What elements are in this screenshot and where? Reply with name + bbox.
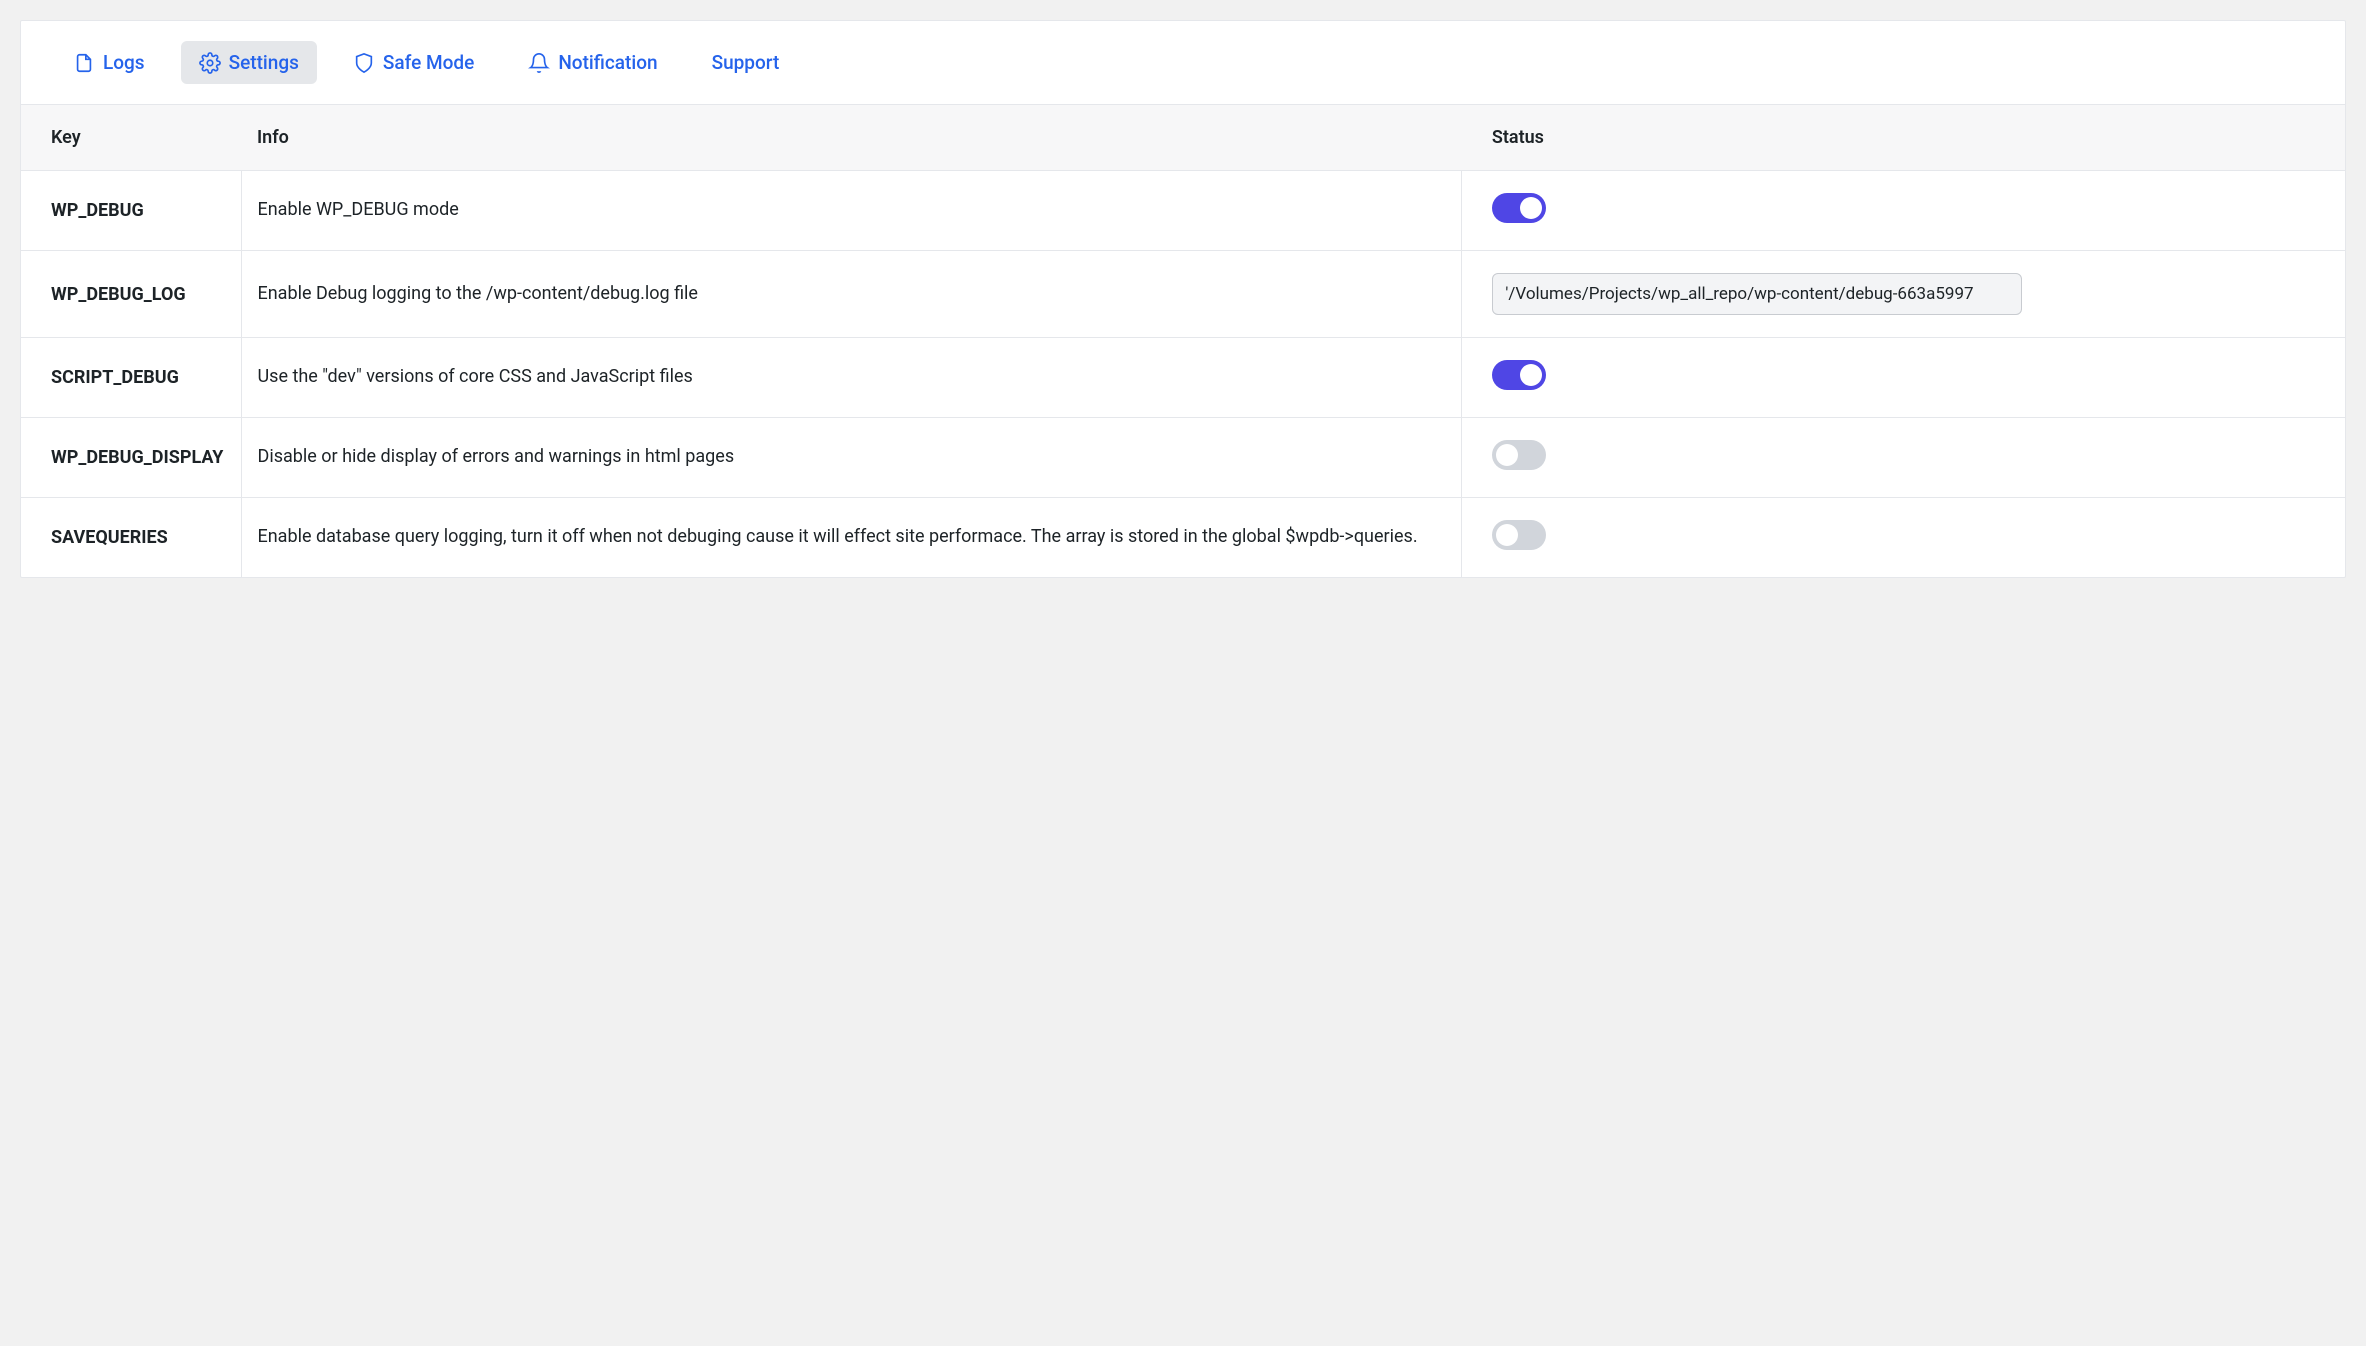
toggle-switch[interactable] <box>1492 520 1546 550</box>
gear-icon <box>199 52 221 74</box>
tab-support[interactable]: Support <box>694 41 798 84</box>
setting-status <box>1462 338 2345 418</box>
table-row: WP_DEBUG_LOGEnable Debug logging to the … <box>21 251 2345 338</box>
setting-info: Disable or hide display of errors and wa… <box>241 418 1462 498</box>
setting-key: WP_DEBUG <box>21 171 241 251</box>
table-row: WP_DEBUG_DISPLAYDisable or hide display … <box>21 418 2345 498</box>
tab-label: Settings <box>229 51 299 74</box>
setting-key: SAVEQUERIES <box>21 498 241 578</box>
tabbar: Logs Settings Safe Mode Notification Sup… <box>21 21 2345 105</box>
setting-info: Enable WP_DEBUG mode <box>241 171 1462 251</box>
settings-table: Key Info Status WP_DEBUGEnable WP_DEBUG … <box>21 105 2345 577</box>
setting-status <box>1462 171 2345 251</box>
setting-info: Enable Debug logging to the /wp-content/… <box>241 251 1462 338</box>
setting-info: Enable database query logging, turn it o… <box>241 498 1462 578</box>
tab-label: Safe Mode <box>383 51 474 74</box>
setting-text-input[interactable] <box>1492 273 2022 315</box>
file-icon <box>73 52 95 74</box>
toggle-switch[interactable] <box>1492 193 1546 223</box>
tab-label: Logs <box>103 51 145 74</box>
setting-info: Use the "dev" versions of core CSS and J… <box>241 338 1462 418</box>
column-header-key: Key <box>21 105 241 171</box>
table-row: SCRIPT_DEBUGUse the "dev" versions of co… <box>21 338 2345 418</box>
column-header-status: Status <box>1462 105 2345 171</box>
setting-key: WP_DEBUG_LOG <box>21 251 241 338</box>
setting-status <box>1462 418 2345 498</box>
tab-notification[interactable]: Notification <box>510 41 675 84</box>
setting-key: WP_DEBUG_DISPLAY <box>21 418 241 498</box>
shield-icon <box>353 52 375 74</box>
setting-key: SCRIPT_DEBUG <box>21 338 241 418</box>
table-row: WP_DEBUGEnable WP_DEBUG mode <box>21 171 2345 251</box>
setting-status <box>1462 498 2345 578</box>
column-header-info: Info <box>241 105 1462 171</box>
tab-logs[interactable]: Logs <box>55 41 163 84</box>
bell-icon <box>528 52 550 74</box>
tab-label: Notification <box>558 51 657 74</box>
settings-panel: Logs Settings Safe Mode Notification Sup… <box>20 20 2346 578</box>
tab-label: Support <box>712 51 780 74</box>
setting-status <box>1462 251 2345 338</box>
tab-settings[interactable]: Settings <box>181 41 317 84</box>
toggle-switch[interactable] <box>1492 440 1546 470</box>
toggle-switch[interactable] <box>1492 360 1546 390</box>
tab-safe-mode[interactable]: Safe Mode <box>335 41 492 84</box>
table-row: SAVEQUERIESEnable database query logging… <box>21 498 2345 578</box>
